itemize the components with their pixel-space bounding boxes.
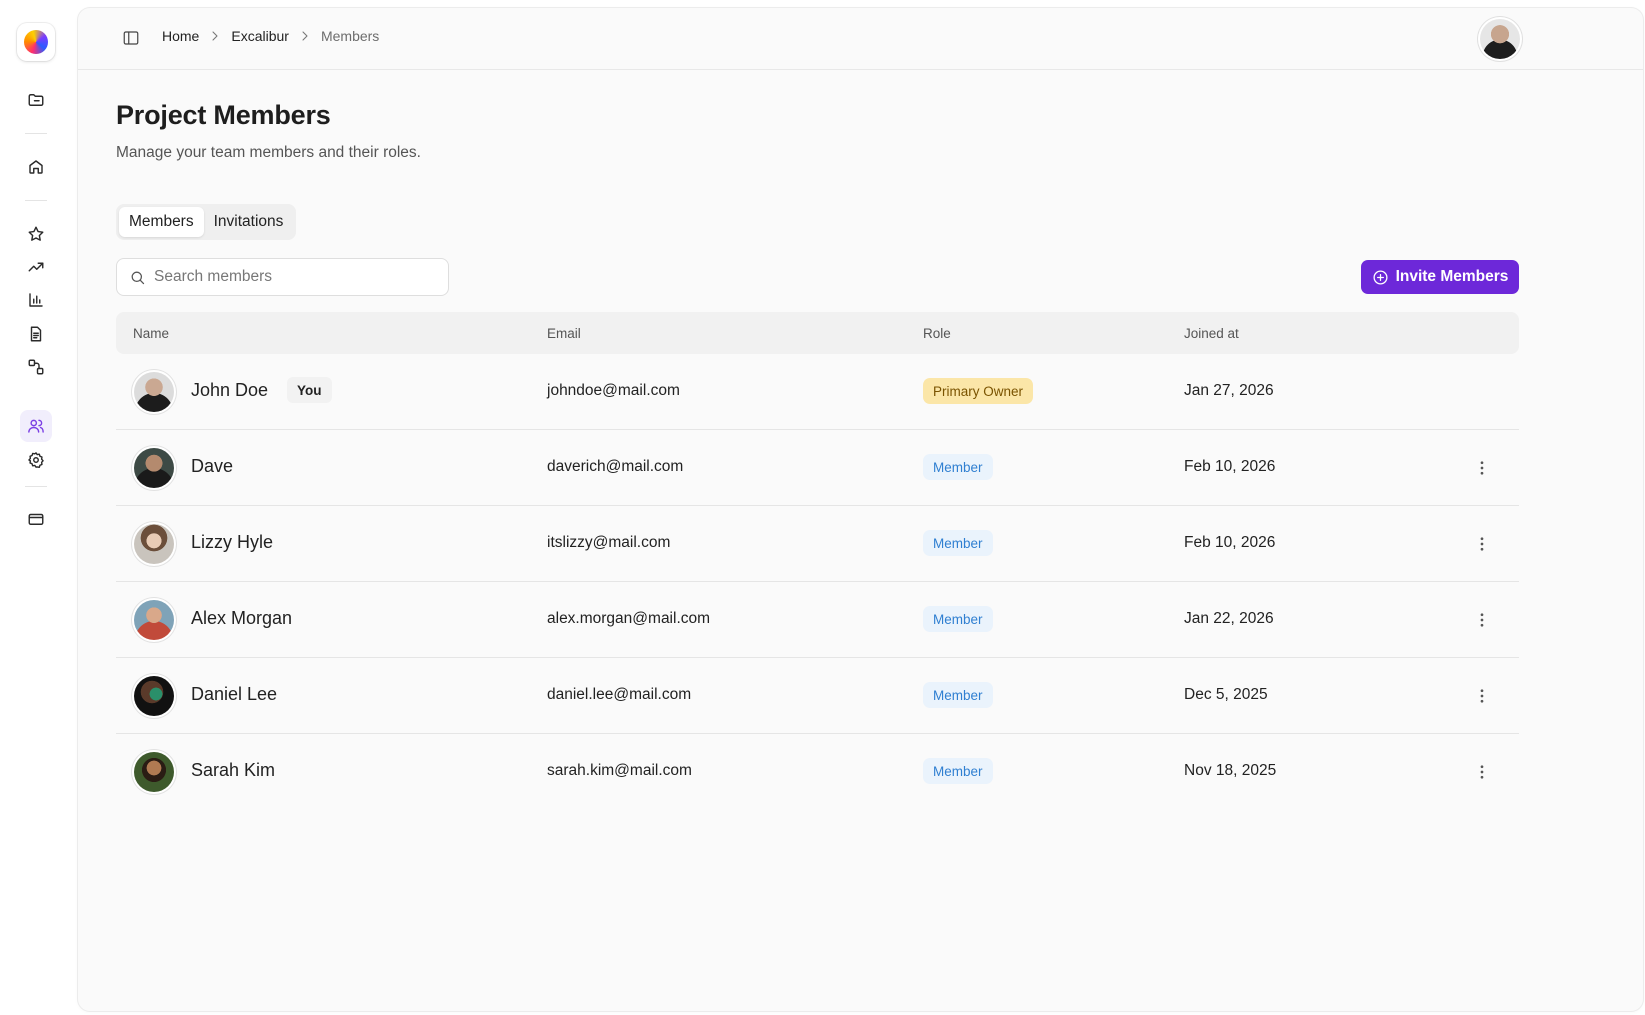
avatar xyxy=(134,372,174,412)
tab-members[interactable]: Members xyxy=(119,207,204,237)
breadcrumb-home[interactable]: Home xyxy=(162,28,199,44)
avatar xyxy=(134,524,174,564)
credit-card-icon[interactable] xyxy=(20,503,52,535)
search-box xyxy=(116,258,449,296)
main-panel: Home Excalibur Members Project Members M… xyxy=(78,8,1643,1011)
search-icon xyxy=(131,271,145,284)
search-input[interactable] xyxy=(154,268,434,286)
table-row[interactable]: Dave daverich@mail.com Member Feb 10, 20… xyxy=(116,430,1519,506)
app-logo[interactable] xyxy=(17,23,55,61)
tab-invitations[interactable]: Invitations xyxy=(204,207,294,237)
more-vertical-icon[interactable] xyxy=(1472,762,1492,782)
document-icon[interactable] xyxy=(20,318,52,350)
member-name: Alex Morgan xyxy=(191,608,293,628)
settings-icon[interactable] xyxy=(20,444,52,476)
users-icon[interactable] xyxy=(20,410,52,442)
sidebar xyxy=(0,0,74,1015)
avatar xyxy=(134,600,174,640)
workflow-icon[interactable] xyxy=(20,351,52,383)
breadcrumb-current: Members xyxy=(320,28,380,44)
avatar xyxy=(134,752,174,792)
role-badge: Member xyxy=(923,758,993,784)
joined-date: Jan 22, 2026 xyxy=(1184,610,1274,627)
chevron-right-icon xyxy=(207,28,223,44)
chevron-right-icon xyxy=(297,28,313,44)
role-badge: Member xyxy=(923,682,993,708)
sidebar-toggle-icon[interactable] xyxy=(122,29,140,47)
role-badge: Member xyxy=(923,606,993,632)
tabs: Members Invitations xyxy=(116,204,297,240)
member-email: johndoe@mail.com xyxy=(547,382,680,399)
avatar xyxy=(134,676,174,716)
star-icon[interactable] xyxy=(20,218,52,250)
page-subtitle: Manage your team members and their roles… xyxy=(116,144,421,161)
home-icon[interactable] xyxy=(20,151,52,183)
member-name: Daniel Lee xyxy=(191,684,278,704)
members-table: Name Email Role Joined at John Doe You j… xyxy=(116,312,1519,810)
joined-date: Dec 5, 2025 xyxy=(1184,686,1268,703)
table-row[interactable]: Sarah Kim sarah.kim@mail.com Member Nov … xyxy=(116,734,1519,810)
joined-date: Jan 27, 2026 xyxy=(1184,382,1274,399)
invite-members-label: Invite Members xyxy=(1395,268,1509,285)
role-badge: Member xyxy=(923,454,993,480)
joined-date: Nov 18, 2025 xyxy=(1184,762,1277,779)
bar-chart-icon[interactable] xyxy=(20,284,52,316)
member-name: Sarah Kim xyxy=(191,760,276,780)
member-email: alex.morgan@mail.com xyxy=(547,610,711,627)
column-header-name[interactable]: Name xyxy=(133,326,169,341)
member-email: itslizzy@mail.com xyxy=(547,534,671,551)
member-email: daniel.lee@mail.com xyxy=(547,686,692,703)
plus-circle-icon xyxy=(1373,269,1388,285)
breadcrumb: Home Excalibur Members xyxy=(162,28,379,44)
table-header: Name Email Role Joined at xyxy=(116,312,1519,354)
table-row[interactable]: Daniel Lee daniel.lee@mail.com Member De… xyxy=(116,658,1519,734)
top-bar: Home Excalibur Members xyxy=(78,8,1643,70)
trending-up-icon[interactable] xyxy=(20,251,52,283)
table-row[interactable]: Lizzy Hyle itslizzy@mail.com Member Feb … xyxy=(116,506,1519,582)
invite-members-button[interactable]: Invite Members xyxy=(1361,260,1519,294)
breadcrumb-project[interactable]: Excalibur xyxy=(231,28,289,44)
column-header-email[interactable]: Email xyxy=(547,326,581,341)
member-name: John Doe xyxy=(191,380,269,400)
member-name: Lizzy Hyle xyxy=(191,532,274,552)
member-email: daverich@mail.com xyxy=(547,458,684,475)
avatar xyxy=(134,448,174,488)
nav-divider xyxy=(25,133,47,134)
nav-divider xyxy=(25,200,47,201)
logo-mark-icon xyxy=(24,30,48,54)
joined-date: Feb 10, 2026 xyxy=(1184,534,1276,551)
user-avatar[interactable] xyxy=(1480,19,1520,59)
more-vertical-icon[interactable] xyxy=(1472,610,1492,630)
column-header-role[interactable]: Role xyxy=(923,326,951,341)
table-row[interactable]: John Doe You johndoe@mail.com Primary Ow… xyxy=(116,354,1519,430)
member-email: sarah.kim@mail.com xyxy=(547,762,692,779)
folder-icon[interactable] xyxy=(20,84,52,116)
role-badge: Member xyxy=(923,530,993,556)
joined-date: Feb 10, 2026 xyxy=(1184,458,1276,475)
member-name: Dave xyxy=(191,456,234,476)
role-badge: Primary Owner xyxy=(923,378,1034,404)
more-vertical-icon[interactable] xyxy=(1472,458,1492,478)
more-vertical-icon[interactable] xyxy=(1472,686,1492,706)
you-badge: You xyxy=(287,377,332,403)
page-title: Project Members xyxy=(116,100,331,130)
table-row[interactable]: Alex Morgan alex.morgan@mail.com Member … xyxy=(116,582,1519,658)
more-vertical-icon[interactable] xyxy=(1472,534,1492,554)
nav-divider xyxy=(25,486,47,487)
column-header-joined[interactable]: Joined at xyxy=(1184,326,1239,341)
